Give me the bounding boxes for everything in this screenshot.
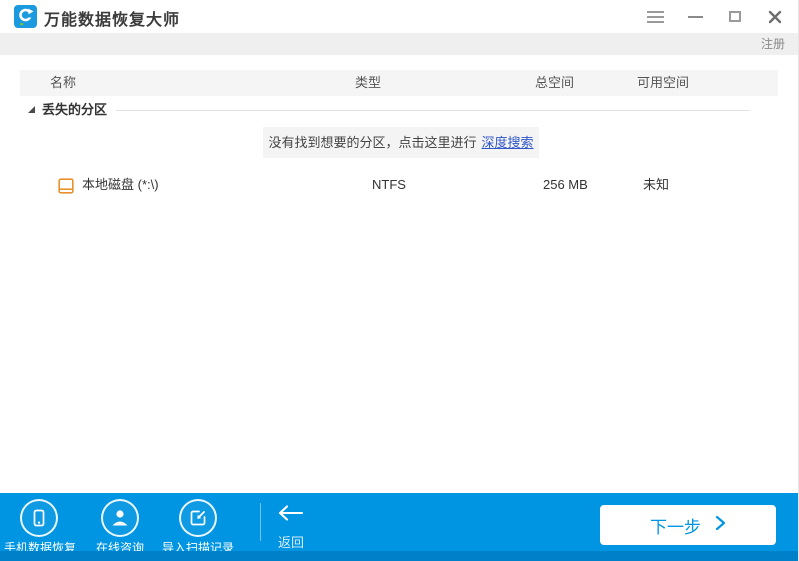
footer-bar: 手机数据恢复 在线咨询 导入扫描记录 返回 下一步 — [0, 493, 798, 555]
cell-name: 本地磁盘 (*:\) — [82, 177, 159, 192]
disk-icon — [58, 177, 74, 203]
page-title: 万能数据恢复大师 — [44, 12, 181, 29]
online-consult-button[interactable]: 在线咨询 — [85, 493, 155, 555]
cell-total: 256 MB — [543, 177, 588, 192]
import-icon — [179, 499, 217, 537]
deep-search-notice: 没有找到想要的分区，点击这里进行 深度搜索 — [263, 127, 539, 158]
column-header-total: 总空间 — [535, 75, 575, 90]
cell-free: 未知 — [643, 177, 670, 192]
maximize-button[interactable] — [726, 8, 744, 26]
phone-recovery-button[interactable]: 手机数据恢复 — [4, 493, 76, 555]
app-logo-icon — [14, 5, 37, 28]
back-label: 返回 — [278, 535, 305, 550]
table-row[interactable]: 本地磁盘 (*:\) NTFS 256 MB 未知 — [20, 172, 778, 198]
collapse-triangle-icon[interactable] — [28, 106, 35, 113]
person-icon — [101, 499, 139, 537]
app-window: 万能数据恢复大师 注册 名称 类型 总空间 可用空间 丢失的分区 没有找到想要的… — [0, 0, 799, 561]
register-link[interactable]: 注册 — [761, 33, 785, 55]
import-scan-button[interactable]: 导入扫描记录 — [155, 493, 241, 555]
minimize-button[interactable] — [686, 8, 704, 26]
menu-icon[interactable] — [646, 8, 664, 26]
register-bar: 注册 — [0, 33, 798, 55]
deep-search-link[interactable]: 深度搜索 — [482, 135, 534, 150]
footer-divider — [260, 503, 261, 541]
close-button[interactable] — [766, 8, 784, 26]
footer-bottom-strip — [0, 551, 798, 561]
next-step-label: 下一步 — [650, 517, 701, 537]
partition-group-row: 丢失的分区 — [0, 101, 798, 119]
phone-icon — [20, 499, 58, 537]
notice-text: 没有找到想要的分区，点击这里进行 — [268, 135, 477, 150]
column-header-free: 可用空间 — [637, 75, 690, 90]
cell-type: NTFS — [372, 177, 406, 192]
titlebar: 万能数据恢复大师 — [0, 0, 798, 33]
column-header-type: 类型 — [355, 75, 382, 90]
back-arrow-icon — [278, 505, 304, 525]
partition-group-label: 丢失的分区 — [42, 102, 108, 117]
table-header: 名称 类型 总空间 可用空间 — [20, 70, 778, 96]
group-divider-line — [116, 110, 750, 111]
chevron-right-icon — [715, 515, 726, 536]
back-button[interactable]: 返回 — [278, 505, 338, 551]
next-step-button[interactable]: 下一步 — [600, 505, 776, 545]
column-header-name: 名称 — [50, 75, 77, 90]
window-controls — [646, 0, 784, 33]
